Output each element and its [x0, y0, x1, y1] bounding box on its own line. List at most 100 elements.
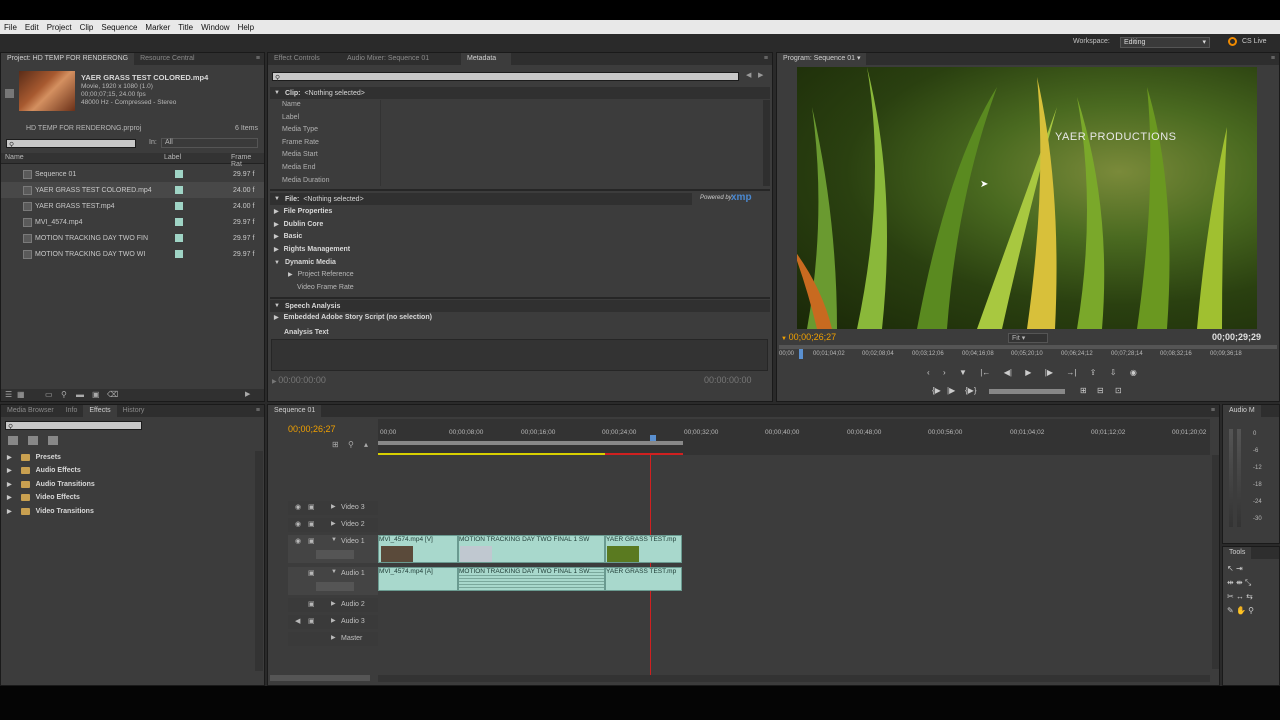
list-item[interactable]: Sequence 01 29.97 f [1, 166, 264, 182]
hand-tool-icon[interactable]: ✋ [1236, 606, 1246, 615]
zoom-slider[interactable] [270, 675, 370, 681]
eye-icon[interactable]: ◉ [295, 537, 301, 545]
lock-icon[interactable]: ▣ [308, 520, 315, 528]
play-thumbnail-icon[interactable] [5, 89, 14, 98]
file-section-header[interactable]: ▼ File: <Nothing selected> [270, 193, 692, 205]
find-icon[interactable]: ⚲ [61, 390, 67, 399]
scrollbar[interactable] [763, 100, 770, 186]
track-header-video3[interactable]: ◉ ▣ ▶ Video 3 [288, 501, 378, 515]
lock-icon[interactable]: ▣ [308, 600, 315, 608]
trim-icon[interactable]: ⊟ [1097, 386, 1104, 395]
clip-motion-video[interactable]: MOTION TRACKING DAY TWO FINAL 1 SW [458, 535, 605, 563]
mark-in-icon[interactable]: ‹ [927, 368, 930, 384]
triangle-right-icon[interactable]: ▶ [331, 503, 336, 510]
cslive-icon[interactable] [1228, 37, 1237, 46]
ripple-edit-tool-icon[interactable]: ⇹ [1227, 578, 1234, 587]
pen-tool-icon[interactable]: ✎ [1227, 606, 1234, 615]
camera-icon[interactable]: ⊡ [1115, 386, 1122, 395]
menu-project[interactable]: Project [47, 23, 72, 32]
tab-tools[interactable]: Tools [1223, 547, 1252, 559]
delete-icon[interactable]: ⌫ [107, 390, 118, 399]
clip-mvi-video[interactable]: MVI_4574.mp4 [V] [378, 535, 458, 563]
extract-icon[interactable]: ⇩ [1110, 368, 1117, 384]
col-name[interactable]: Name [5, 154, 24, 161]
lock-icon[interactable]: ▣ [308, 537, 315, 545]
effects-presets[interactable]: ▶ Presets [7, 454, 61, 461]
list-item[interactable]: MOTION TRACKING DAY TWO FIN 29.97 f [1, 230, 264, 246]
menu-clip[interactable]: Clip [80, 23, 94, 32]
mark-out-icon[interactable]: › [943, 368, 946, 384]
track-header-video1[interactable]: ◉ ▣ ▼ Video 1 [288, 535, 378, 563]
play-icon[interactable]: ▶ [1025, 368, 1031, 384]
effects-video-transitions[interactable]: ▶ Video Transitions [7, 508, 94, 515]
menu-marker[interactable]: Marker [145, 23, 170, 32]
tab-metadata[interactable]: Metadata [461, 53, 511, 65]
cslive-label[interactable]: CS Live [1242, 38, 1267, 45]
new-item-icon[interactable]: ▣ [92, 390, 100, 399]
triangle-right-icon[interactable]: ▶ [331, 634, 336, 641]
triangle-down-icon[interactable]: ▼ [331, 569, 337, 575]
tab-media-browser[interactable]: Media Browser [1, 405, 60, 417]
menu-file[interactable]: File [4, 23, 17, 32]
effects-audio-effects[interactable]: ▶ Audio Effects [7, 467, 81, 474]
program-tc-current[interactable]: ▼ 00;00;26;27 [781, 332, 836, 342]
effects-audio-transitions[interactable]: ▶ Audio Transitions [7, 481, 95, 488]
speech-section-header[interactable]: ▼ Speech Analysis [270, 300, 770, 312]
panel-menu-icon[interactable]: ≡ [256, 55, 260, 62]
menu-edit[interactable]: Edit [25, 23, 39, 32]
playhead[interactable] [650, 435, 656, 441]
safe-margins-icon[interactable]: {▶} [965, 386, 977, 395]
selection-tool-icon[interactable]: ↖ [1227, 564, 1234, 573]
rate-stretch-tool-icon[interactable]: ⤡ [1245, 578, 1251, 587]
step-back-icon[interactable]: ◀| [1004, 368, 1012, 384]
col-label[interactable]: Label [164, 154, 181, 161]
track-header-video2[interactable]: ◉ ▣ ▶ Video 2 [288, 518, 378, 532]
panel-menu-icon[interactable]: ≡ [1271, 55, 1275, 62]
section-file-properties[interactable]: ▶ File Properties [274, 208, 332, 215]
tab-sequence[interactable]: Sequence 01 [268, 405, 322, 417]
triangle-down-icon[interactable]: ▼ [331, 537, 337, 543]
clip-grass-video[interactable]: YAER GRASS TEST.mp [605, 535, 682, 563]
next-icon[interactable]: ▶ [758, 71, 763, 79]
tab-project[interactable]: Project: HD TEMP FOR RENDERONG [1, 53, 135, 65]
lock-icon[interactable]: ▣ [308, 503, 315, 511]
panel-menu-icon[interactable]: ≡ [256, 407, 260, 414]
tab-audio-mixer[interactable]: Audio Mixer: Sequence 01 [341, 53, 461, 65]
scrollbar[interactable] [255, 451, 263, 671]
track-header-master[interactable]: ▶ Master [288, 632, 378, 646]
triangle-right-icon[interactable]: ▶ [331, 600, 336, 607]
panel-menu-icon[interactable]: ≡ [764, 55, 768, 62]
clip-grass-audio[interactable]: YAER GRASS TEST.mp [605, 567, 682, 591]
eye-icon[interactable]: ◉ [295, 520, 301, 528]
new-bin-icon[interactable]: ▬ [76, 390, 84, 399]
video-frame[interactable]: YAER PRODUCTIONS ➤ [797, 67, 1257, 329]
prev-icon[interactable]: ◀ [746, 71, 751, 79]
track-header-audio1[interactable]: ▣ ▼ Audio 1 [288, 567, 378, 595]
keyframe-control[interactable] [316, 550, 354, 559]
fit-select[interactable]: Fit ▾ [1008, 333, 1048, 343]
go-out-icon[interactable]: →| [1066, 368, 1076, 384]
track-select-tool-icon[interactable]: ⇥ [1236, 564, 1243, 573]
track-header-audio2[interactable]: ▣ ▶ Audio 2 [288, 598, 378, 612]
tab-resource-central[interactable]: Resource Central [134, 53, 200, 65]
timeline-tc[interactable]: 00;00;26;27 [288, 424, 336, 434]
timeline-ruler[interactable]: 00;00 00;00;08;00 00;00;16;00 00;00;24;0… [378, 419, 1210, 455]
icon-view-icon[interactable]: ▦ [17, 390, 25, 399]
slip-tool-icon[interactable]: ↔ [1236, 592, 1244, 601]
work-area-bar[interactable] [378, 441, 683, 445]
analysis-text-area[interactable] [271, 339, 768, 371]
go-in-icon[interactable]: |← [980, 368, 990, 384]
marker-icon[interactable]: ▼ [959, 368, 967, 384]
scrollbar[interactable] [1212, 455, 1219, 669]
triangle-right-icon[interactable]: ▶ [331, 617, 336, 624]
step-forward-icon[interactable]: |▶ [1045, 368, 1053, 384]
slide-tool-icon[interactable]: ⇆ [1246, 592, 1253, 601]
effects-video-effects[interactable]: ▶ Video Effects [7, 494, 80, 501]
triangle-right-icon[interactable]: ▶ [331, 520, 336, 527]
marker-icon[interactable]: ⚲ [348, 440, 354, 449]
tab-info[interactable]: Info [60, 405, 84, 417]
tab-program[interactable]: Program: Sequence 01 ▾ [777, 53, 867, 65]
lock-icon[interactable]: ▣ [308, 617, 315, 625]
razor-tool-icon[interactable]: ✂ [1227, 592, 1234, 601]
clip-mvi-audio[interactable]: MVI_4574.mp4 [A] [378, 567, 458, 591]
